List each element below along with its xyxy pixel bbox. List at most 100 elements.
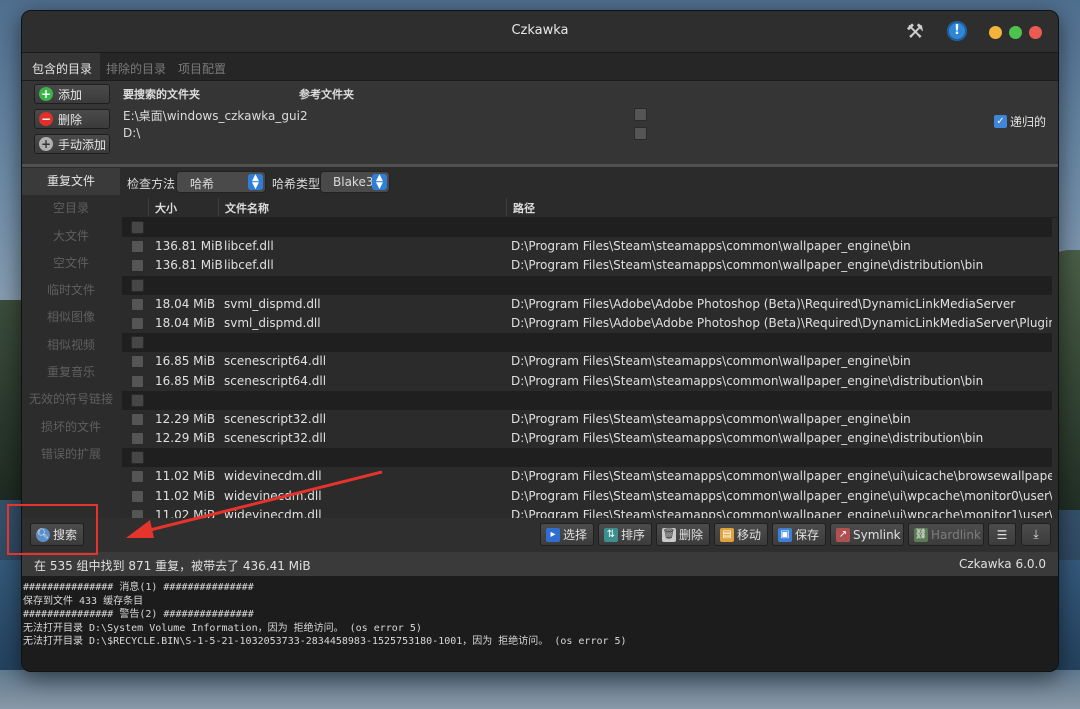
download-button[interactable]: ⤓	[1021, 523, 1051, 546]
cell-name: svml_dispmd.dll	[224, 296, 321, 311]
row-checkbox[interactable]	[131, 316, 144, 330]
collapse-panel-button[interactable]: ☰	[988, 523, 1016, 546]
minimize-button[interactable]	[989, 26, 1002, 39]
message-log: ############### 消息(1) ############### 保存…	[22, 576, 1058, 671]
tab-project-settings[interactable]: 项目配置	[172, 53, 232, 80]
hash-type-select[interactable]: Blake3 ▲ ▼	[320, 171, 390, 193]
row-checkbox[interactable]	[131, 297, 144, 311]
cell-size: 12.29 MiB	[155, 411, 216, 426]
sidebar-item-big-files[interactable]: 大文件	[22, 223, 120, 250]
symlink-icon: ↗	[836, 527, 850, 542]
sidebar-item-similar-videos[interactable]: 相似视频	[22, 332, 120, 359]
sidebar-item-similar-images[interactable]: 相似图像	[22, 304, 120, 331]
vertical-scrollbar[interactable]	[1052, 218, 1058, 518]
sort-button[interactable]: ⇅ 排序	[598, 523, 652, 546]
table-row[interactable]: 12.29 MiB scenescript32.dll D:\Program Fil…	[122, 410, 1052, 429]
row-checkbox[interactable]	[131, 336, 144, 350]
sidebar-item-invalid-symlinks[interactable]: 无效的符号链接	[22, 386, 120, 413]
save-button[interactable]: ▣ 保存	[772, 523, 826, 546]
dir-path-item[interactable]: E:\桌面\windows_czkawka_gui2	[123, 107, 308, 124]
cell-name: scenescript32.dll	[224, 431, 327, 446]
column-header-path[interactable]: 路径	[513, 200, 535, 216]
row-checkbox[interactable]	[131, 355, 144, 369]
sort-icon: ⇅	[604, 527, 618, 542]
annotation-highlight-box	[7, 504, 98, 555]
row-checkbox[interactable]	[131, 221, 144, 234]
annotation-arrow	[126, 470, 383, 538]
tab-included-dirs[interactable]: 包含的目录	[22, 53, 101, 80]
log-line: 无法打开目录 D:\$RECYCLE.BIN\S-1-5-21-10320537…	[23, 636, 627, 647]
reference-checkbox[interactable]	[634, 127, 647, 140]
close-button[interactable]	[1029, 26, 1042, 39]
reference-checkbox[interactable]	[634, 108, 647, 121]
row-checkbox[interactable]	[131, 240, 144, 254]
sidebar-item-bad-extensions[interactable]: 错误的扩展	[22, 441, 120, 468]
check-method-value: 哈希	[190, 177, 215, 191]
cell-size: 16.85 MiB	[155, 354, 216, 369]
sidebar-item-broken-files[interactable]: 损坏的文件	[22, 414, 120, 441]
check-method-select[interactable]: 哈希 ▲ ▼	[176, 171, 266, 193]
table-row[interactable]: 136.81 MiB libcef.dll D:\Program Files\Ste…	[122, 237, 1052, 256]
hardlink-button[interactable]: ⛓ Hardlink	[908, 523, 984, 546]
hardlink-label: Hardlink	[931, 527, 981, 542]
row-checkbox[interactable]	[131, 412, 144, 426]
row-checkbox[interactable]	[131, 451, 144, 465]
info-icon[interactable]: !	[946, 20, 968, 42]
table-row[interactable]: 136.81 MiB libcef.dll D:\Program Files\Ste…	[122, 256, 1052, 275]
updown-arrow-icon: ▲ ▼	[248, 174, 263, 191]
manual-add-button[interactable]: + 手动添加	[34, 134, 110, 154]
group-header-row[interactable]	[122, 218, 1052, 238]
group-header-row[interactable]	[122, 448, 1052, 468]
group-header-row[interactable]	[122, 275, 1052, 295]
cell-path: D:\Program Files\Adobe\Adobe Photoshop (…	[511, 296, 1016, 311]
cell-path: D:\Program Files\Steam\steamapps\common\…	[511, 488, 1052, 503]
table-row[interactable]: 18.04 MiB svml_dispmd.dll D:\Program Files…	[122, 295, 1052, 314]
move-button[interactable]: ▤ 移动	[714, 523, 768, 546]
add-directory-button[interactable]: + 添加	[34, 84, 110, 104]
delete-label: 删除	[679, 528, 704, 542]
group-header-row[interactable]	[122, 333, 1052, 353]
table-row[interactable]: 18.04 MiB svml_dispmd.dll D:\Program Files…	[122, 314, 1052, 333]
sidebar-item-temp-files[interactable]: 临时文件	[22, 277, 120, 304]
column-header-name[interactable]: 文件名称	[225, 200, 269, 216]
row-checkbox[interactable]	[131, 259, 144, 273]
dir-path-item[interactable]: D:\	[123, 126, 140, 140]
sidebar-item-duplicate-music[interactable]: 重复音乐	[22, 359, 120, 386]
table-row[interactable]: 16.85 MiB scenescript64.dll D:\Program Fil…	[122, 372, 1052, 391]
minus-icon: −	[39, 112, 53, 126]
cell-size: 18.04 MiB	[155, 315, 216, 330]
title-bar[interactable]: Czkawka ⚒ !	[22, 11, 1058, 53]
tab-excluded-dirs[interactable]: 排除的目录	[100, 53, 172, 80]
row-checkbox[interactable]	[131, 432, 144, 446]
column-header-size[interactable]: 大小	[155, 200, 177, 216]
status-summary: 在 535 组中找到 871 重复，被带去了 436.41 MiB	[34, 559, 311, 573]
cell-path: D:\Program Files\Steam\steamapps\common\…	[511, 354, 911, 369]
trash-icon: 🗑︎	[662, 527, 676, 542]
sidebar-item-empty-folders[interactable]: 空目录	[22, 195, 120, 222]
cell-name: libcef.dll	[224, 258, 274, 273]
sidebar-item-duplicate-files[interactable]: 重复文件	[22, 168, 120, 196]
select-icon: ▸	[546, 527, 560, 542]
row-checkbox[interactable]	[131, 278, 144, 292]
symlink-button[interactable]: ↗ Symlink	[830, 523, 904, 546]
sidebar-item-empty-files[interactable]: 空文件	[22, 250, 120, 277]
hash-type-value: Blake3	[333, 175, 374, 189]
save-label: 保存	[795, 528, 820, 542]
delete-button[interactable]: 🗑︎ 删除	[656, 523, 710, 546]
row-checkbox[interactable]	[131, 393, 144, 407]
cell-path: D:\Program Files\Steam\steamapps\common\…	[511, 239, 911, 254]
recursive-checkbox[interactable]: ✓ 递归的	[994, 113, 1046, 130]
download-icon: ⤓	[1033, 527, 1039, 541]
group-header-row[interactable]	[122, 390, 1052, 410]
table-row[interactable]: 16.85 MiB scenescript64.dll D:\Program Fil…	[122, 352, 1052, 371]
check-icon: ✓	[994, 115, 1007, 128]
table-row[interactable]: 12.29 MiB scenescript32.dll D:\Program Fil…	[122, 429, 1052, 448]
delete-directory-button[interactable]: − 删除	[34, 109, 110, 129]
collapse-icon: ☰	[996, 527, 1008, 542]
tools-icon[interactable]: ⚒	[904, 19, 926, 43]
select-button[interactable]: ▸ 选择	[540, 523, 594, 546]
desktop-background-shore	[0, 670, 1080, 709]
move-label: 移动	[737, 528, 762, 542]
row-checkbox[interactable]	[131, 374, 144, 388]
maximize-button[interactable]	[1009, 26, 1022, 39]
